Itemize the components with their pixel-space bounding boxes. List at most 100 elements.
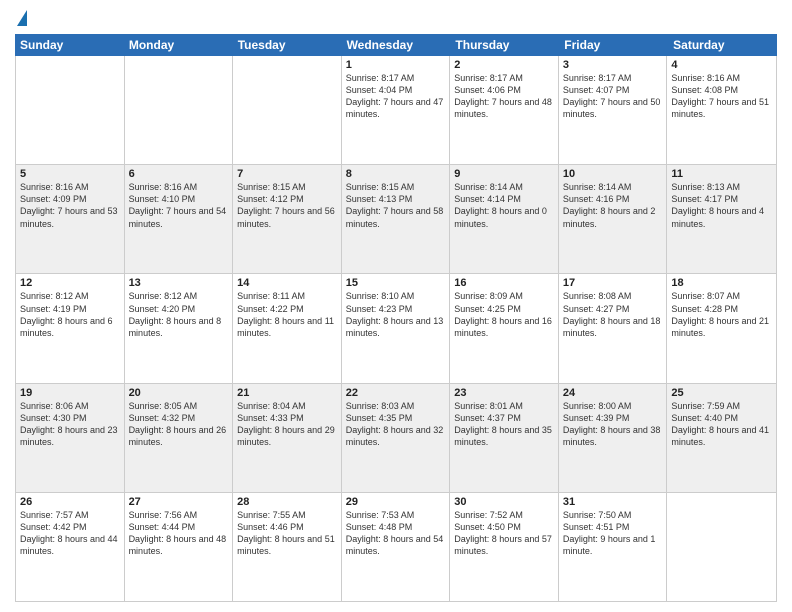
day-number: 2 — [454, 59, 554, 71]
cell-info: Sunrise: 8:08 AM Sunset: 4:27 PM Dayligh… — [563, 290, 663, 339]
logo — [15, 10, 27, 28]
calendar-cell: 6Sunrise: 8:16 AM Sunset: 4:10 PM Daylig… — [125, 165, 234, 273]
cell-info: Sunrise: 7:56 AM Sunset: 4:44 PM Dayligh… — [129, 509, 229, 558]
day-number: 6 — [129, 168, 229, 180]
weekday-header: Thursday — [450, 34, 559, 56]
cell-info: Sunrise: 8:04 AM Sunset: 4:33 PM Dayligh… — [237, 400, 337, 449]
calendar-cell: 7Sunrise: 8:15 AM Sunset: 4:12 PM Daylig… — [233, 165, 342, 273]
cell-info: Sunrise: 8:12 AM Sunset: 4:19 PM Dayligh… — [20, 290, 120, 339]
calendar-cell: 27Sunrise: 7:56 AM Sunset: 4:44 PM Dayli… — [125, 493, 234, 601]
cell-info: Sunrise: 7:57 AM Sunset: 4:42 PM Dayligh… — [20, 509, 120, 558]
calendar-cell: 1Sunrise: 8:17 AM Sunset: 4:04 PM Daylig… — [342, 56, 451, 164]
cell-info: Sunrise: 7:52 AM Sunset: 4:50 PM Dayligh… — [454, 509, 554, 558]
cell-info: Sunrise: 8:01 AM Sunset: 4:37 PM Dayligh… — [454, 400, 554, 449]
day-number: 22 — [346, 387, 446, 399]
calendar-body: 1Sunrise: 8:17 AM Sunset: 4:04 PM Daylig… — [15, 56, 777, 602]
day-number: 12 — [20, 277, 120, 289]
cell-info: Sunrise: 8:12 AM Sunset: 4:20 PM Dayligh… — [129, 290, 229, 339]
cell-info: Sunrise: 8:16 AM Sunset: 4:08 PM Dayligh… — [671, 72, 772, 121]
weekday-header: Sunday — [15, 34, 124, 56]
calendar-cell: 29Sunrise: 7:53 AM Sunset: 4:48 PM Dayli… — [342, 493, 451, 601]
calendar-row: 5Sunrise: 8:16 AM Sunset: 4:09 PM Daylig… — [16, 165, 776, 274]
day-number: 8 — [346, 168, 446, 180]
calendar-cell: 21Sunrise: 8:04 AM Sunset: 4:33 PM Dayli… — [233, 384, 342, 492]
header — [15, 10, 777, 28]
calendar-header: SundayMondayTuesdayWednesdayThursdayFrid… — [15, 34, 777, 56]
cell-info: Sunrise: 8:17 AM Sunset: 4:04 PM Dayligh… — [346, 72, 446, 121]
calendar-cell: 8Sunrise: 8:15 AM Sunset: 4:13 PM Daylig… — [342, 165, 451, 273]
day-number: 7 — [237, 168, 337, 180]
cell-info: Sunrise: 8:17 AM Sunset: 4:06 PM Dayligh… — [454, 72, 554, 121]
cell-info: Sunrise: 7:53 AM Sunset: 4:48 PM Dayligh… — [346, 509, 446, 558]
day-number: 27 — [129, 496, 229, 508]
calendar-cell: 26Sunrise: 7:57 AM Sunset: 4:42 PM Dayli… — [16, 493, 125, 601]
day-number: 30 — [454, 496, 554, 508]
day-number: 24 — [563, 387, 663, 399]
day-number: 4 — [671, 59, 772, 71]
calendar-cell: 13Sunrise: 8:12 AM Sunset: 4:20 PM Dayli… — [125, 274, 234, 382]
calendar-cell: 19Sunrise: 8:06 AM Sunset: 4:30 PM Dayli… — [16, 384, 125, 492]
day-number: 25 — [671, 387, 772, 399]
calendar-cell: 28Sunrise: 7:55 AM Sunset: 4:46 PM Dayli… — [233, 493, 342, 601]
calendar-cell: 2Sunrise: 8:17 AM Sunset: 4:06 PM Daylig… — [450, 56, 559, 164]
day-number: 16 — [454, 277, 554, 289]
calendar-row: 19Sunrise: 8:06 AM Sunset: 4:30 PM Dayli… — [16, 384, 776, 493]
day-number: 5 — [20, 168, 120, 180]
day-number: 20 — [129, 387, 229, 399]
calendar-row: 26Sunrise: 7:57 AM Sunset: 4:42 PM Dayli… — [16, 493, 776, 601]
calendar-row: 12Sunrise: 8:12 AM Sunset: 4:19 PM Dayli… — [16, 274, 776, 383]
cell-info: Sunrise: 8:03 AM Sunset: 4:35 PM Dayligh… — [346, 400, 446, 449]
calendar-cell: 31Sunrise: 7:50 AM Sunset: 4:51 PM Dayli… — [559, 493, 668, 601]
day-number: 19 — [20, 387, 120, 399]
calendar-cell — [16, 56, 125, 164]
calendar-cell: 20Sunrise: 8:05 AM Sunset: 4:32 PM Dayli… — [125, 384, 234, 492]
day-number: 14 — [237, 277, 337, 289]
weekday-header: Friday — [559, 34, 668, 56]
weekday-header: Saturday — [668, 34, 777, 56]
day-number: 31 — [563, 496, 663, 508]
calendar-row: 1Sunrise: 8:17 AM Sunset: 4:04 PM Daylig… — [16, 56, 776, 165]
cell-info: Sunrise: 8:16 AM Sunset: 4:10 PM Dayligh… — [129, 181, 229, 230]
calendar-cell: 5Sunrise: 8:16 AM Sunset: 4:09 PM Daylig… — [16, 165, 125, 273]
day-number: 11 — [671, 168, 772, 180]
day-number: 17 — [563, 277, 663, 289]
calendar-cell: 4Sunrise: 8:16 AM Sunset: 4:08 PM Daylig… — [667, 56, 776, 164]
calendar-cell: 17Sunrise: 8:08 AM Sunset: 4:27 PM Dayli… — [559, 274, 668, 382]
page: SundayMondayTuesdayWednesdayThursdayFrid… — [0, 0, 792, 612]
day-number: 10 — [563, 168, 663, 180]
cell-info: Sunrise: 8:00 AM Sunset: 4:39 PM Dayligh… — [563, 400, 663, 449]
calendar-cell: 18Sunrise: 8:07 AM Sunset: 4:28 PM Dayli… — [667, 274, 776, 382]
calendar-cell: 25Sunrise: 7:59 AM Sunset: 4:40 PM Dayli… — [667, 384, 776, 492]
day-number: 23 — [454, 387, 554, 399]
day-number: 26 — [20, 496, 120, 508]
day-number: 1 — [346, 59, 446, 71]
day-number: 18 — [671, 277, 772, 289]
cell-info: Sunrise: 8:13 AM Sunset: 4:17 PM Dayligh… — [671, 181, 772, 230]
cell-info: Sunrise: 8:06 AM Sunset: 4:30 PM Dayligh… — [20, 400, 120, 449]
calendar-cell: 15Sunrise: 8:10 AM Sunset: 4:23 PM Dayli… — [342, 274, 451, 382]
day-number: 29 — [346, 496, 446, 508]
cell-info: Sunrise: 8:17 AM Sunset: 4:07 PM Dayligh… — [563, 72, 663, 121]
calendar-cell: 9Sunrise: 8:14 AM Sunset: 4:14 PM Daylig… — [450, 165, 559, 273]
calendar-cell — [125, 56, 234, 164]
weekday-header: Monday — [124, 34, 233, 56]
cell-info: Sunrise: 8:16 AM Sunset: 4:09 PM Dayligh… — [20, 181, 120, 230]
calendar-cell: 22Sunrise: 8:03 AM Sunset: 4:35 PM Dayli… — [342, 384, 451, 492]
calendar-cell — [233, 56, 342, 164]
cell-info: Sunrise: 8:15 AM Sunset: 4:13 PM Dayligh… — [346, 181, 446, 230]
cell-info: Sunrise: 8:10 AM Sunset: 4:23 PM Dayligh… — [346, 290, 446, 339]
day-number: 13 — [129, 277, 229, 289]
calendar-cell: 3Sunrise: 8:17 AM Sunset: 4:07 PM Daylig… — [559, 56, 668, 164]
day-number: 21 — [237, 387, 337, 399]
day-number: 28 — [237, 496, 337, 508]
calendar: SundayMondayTuesdayWednesdayThursdayFrid… — [15, 34, 777, 602]
calendar-cell: 16Sunrise: 8:09 AM Sunset: 4:25 PM Dayli… — [450, 274, 559, 382]
logo-triangle-icon — [17, 10, 27, 26]
calendar-cell: 30Sunrise: 7:52 AM Sunset: 4:50 PM Dayli… — [450, 493, 559, 601]
cell-info: Sunrise: 8:14 AM Sunset: 4:16 PM Dayligh… — [563, 181, 663, 230]
cell-info: Sunrise: 8:05 AM Sunset: 4:32 PM Dayligh… — [129, 400, 229, 449]
cell-info: Sunrise: 7:55 AM Sunset: 4:46 PM Dayligh… — [237, 509, 337, 558]
day-number: 9 — [454, 168, 554, 180]
calendar-cell: 24Sunrise: 8:00 AM Sunset: 4:39 PM Dayli… — [559, 384, 668, 492]
calendar-cell: 12Sunrise: 8:12 AM Sunset: 4:19 PM Dayli… — [16, 274, 125, 382]
